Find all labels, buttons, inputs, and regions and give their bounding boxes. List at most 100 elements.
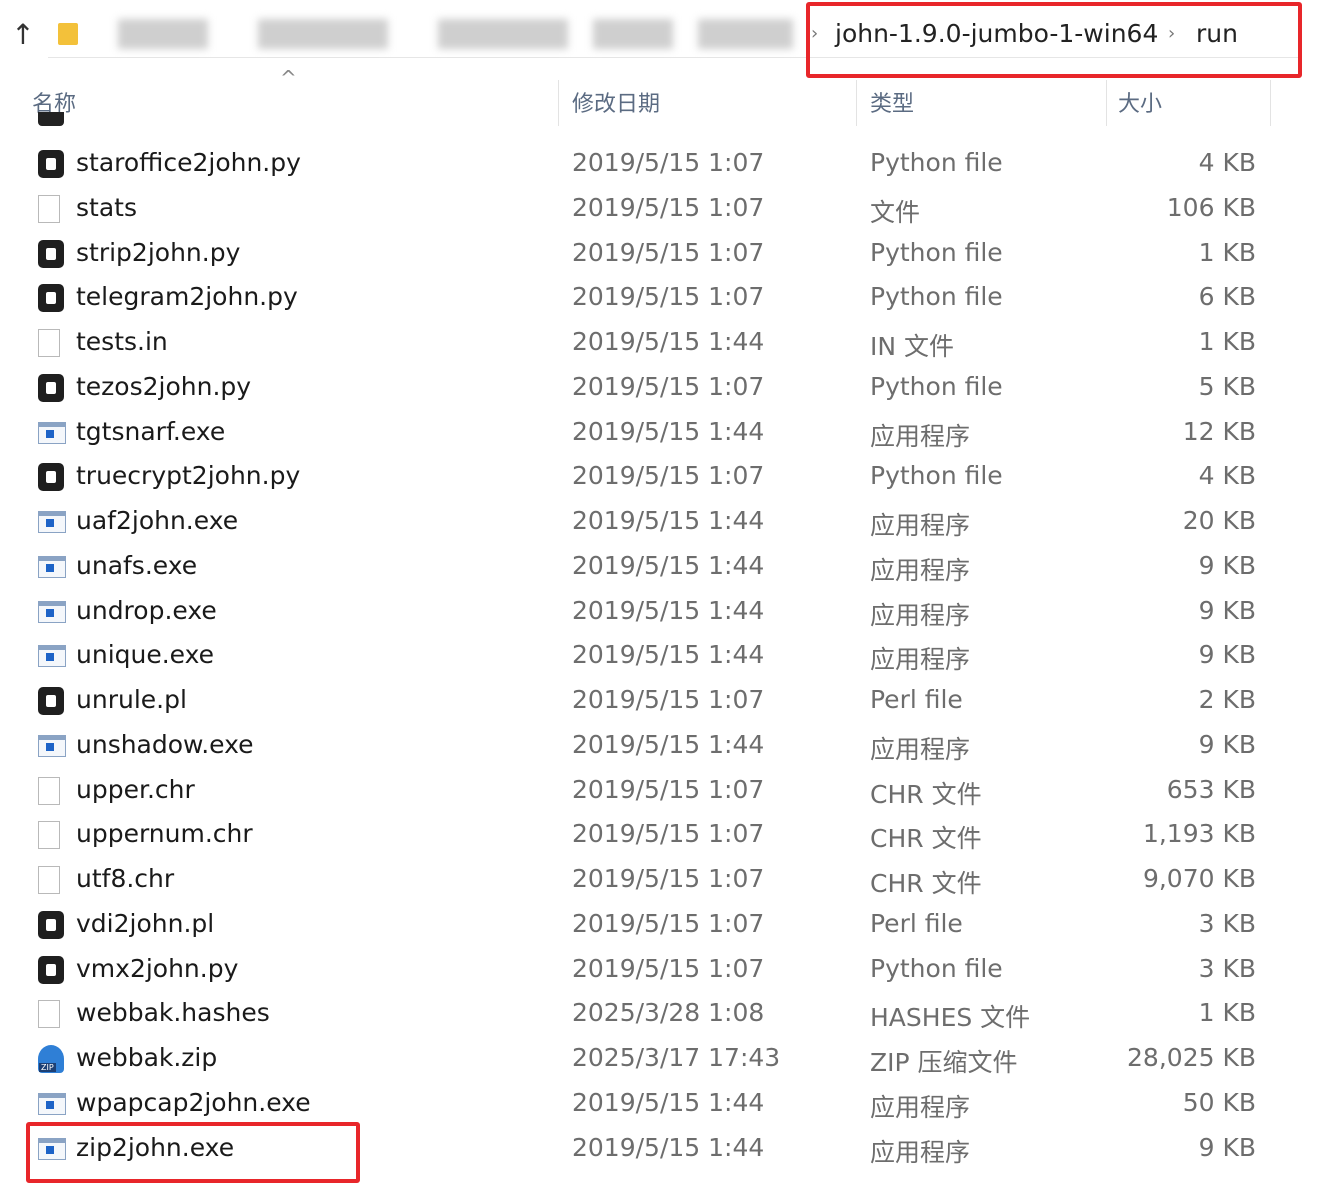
- table-row[interactable]: undrop.exe 2019/5/15 1:44 应用程序 9 KB: [0, 591, 1320, 636]
- exe-file-icon: [38, 421, 66, 444]
- file-date: 2019/5/15 1:07: [572, 819, 765, 849]
- table-row[interactable]: uppernum.chr 2019/5/15 1:07 CHR 文件 1,193 KB: [0, 814, 1320, 859]
- file-name[interactable]: unrule.pl: [76, 685, 187, 714]
- table-row[interactable]: vmx2john.py 2019/5/15 1:07 Python file 3 KB: [0, 949, 1320, 994]
- file-type: Perl file: [870, 908, 963, 938]
- file-type: 应用程序: [870, 511, 971, 540]
- file-name[interactable]: staroffice2john.py: [76, 148, 301, 177]
- generic-file-icon: [38, 776, 60, 805]
- file-name[interactable]: stats: [76, 193, 137, 222]
- file-name[interactable]: vdi2john.pl: [76, 909, 214, 938]
- table-row[interactable]: stats 2019/5/15 1:07 文件 106 KB: [0, 188, 1320, 233]
- file-type: Python file: [870, 237, 1003, 267]
- table-row[interactable]: unshadow.exe 2019/5/15 1:44 应用程序 9 KB: [0, 725, 1320, 770]
- highlight-box-zip2john: [26, 1122, 360, 1183]
- folder-icon: [58, 23, 78, 45]
- file-size: 4 KB: [1198, 461, 1256, 491]
- file-name[interactable]: tgtsnarf.exe: [76, 417, 225, 446]
- file-size: 9 KB: [1198, 729, 1256, 759]
- file-size: 9 KB: [1198, 640, 1256, 670]
- file-date: 2025/3/17 17:43: [572, 1043, 781, 1072]
- file-date: 2019/5/15 1:44: [572, 640, 765, 670]
- file-date: 2019/5/15 1:44: [572, 1087, 765, 1117]
- up-arrow-icon[interactable]: ↑: [8, 18, 38, 51]
- file-date: 2019/5/15 1:07: [572, 148, 765, 177]
- file-name[interactable]: unshadow.exe: [76, 730, 254, 759]
- file-size: 9,070 KB: [1142, 864, 1256, 893]
- file-name[interactable]: utf8.chr: [76, 864, 174, 893]
- file-name[interactable]: vmx2john.py: [76, 954, 238, 983]
- table-row[interactable]: upper.chr 2019/5/15 1:07 CHR 文件 653 KB: [0, 770, 1320, 815]
- file-size: 653 KB: [1166, 774, 1256, 804]
- file-date: 2019/5/15 1:07: [572, 282, 765, 312]
- exe-file-icon: [38, 600, 66, 623]
- table-row[interactable]: unique.exe 2019/5/15 1:44 应用程序 9 KB: [0, 635, 1320, 680]
- redacted-crumb: [593, 19, 673, 49]
- exe-file-icon: [38, 555, 66, 578]
- python-file-icon: [38, 239, 64, 268]
- table-row[interactable]: utf8.chr 2019/5/15 1:07 CHR 文件 9,070 KB: [0, 859, 1320, 904]
- file-name[interactable]: tests.in: [76, 327, 168, 356]
- file-type: Python file: [870, 461, 1003, 491]
- table-row[interactable]: tgtsnarf.exe 2019/5/15 1:44 应用程序 12 KB: [0, 412, 1320, 457]
- table-row[interactable]: staroffice2john.py 2019/5/15 1:07 Python f…: [0, 143, 1320, 188]
- table-row[interactable]: webbak.hashes 2025/3/28 1:08 HASHES 文件 1 KB: [0, 993, 1320, 1038]
- redacted-crumb: [118, 19, 208, 49]
- file-name[interactable]: wpapcap2john.exe: [76, 1088, 311, 1117]
- file-name[interactable]: strip2john.py: [76, 238, 240, 267]
- file-type: 文件: [870, 197, 921, 227]
- file-name[interactable]: undrop.exe: [76, 596, 217, 625]
- generic-file-icon: [38, 821, 60, 850]
- file-name[interactable]: tezos2john.py: [76, 372, 251, 401]
- file-date: 2019/5/15 1:07: [572, 953, 765, 983]
- file-type: 应用程序: [870, 645, 971, 675]
- file-size: 1 KB: [1198, 327, 1256, 356]
- file-date: 2019/5/15 1:44: [572, 506, 765, 535]
- file-name[interactable]: upper.chr: [76, 775, 195, 804]
- table-row[interactable]: uaf2john.exe 2019/5/15 1:44 应用程序 20 KB: [0, 501, 1320, 546]
- table-row[interactable]: webbak.zip 2025/3/17 17:43 ZIP 压缩文件 28,025 …: [0, 1038, 1320, 1083]
- file-type: CHR 文件: [870, 824, 982, 854]
- python-file-icon: [38, 112, 64, 126]
- file-date: 2019/5/15 1:07: [572, 192, 765, 222]
- file-name[interactable]: uaf2john.exe: [76, 506, 238, 535]
- table-row[interactable]: unrule.pl 2019/5/15 1:07 Perl file 2 KB: [0, 680, 1320, 725]
- file-date: 2025/3/28 1:08: [572, 998, 765, 1028]
- file-name[interactable]: telegram2john.py: [76, 282, 298, 311]
- table-row[interactable]: unafs.exe 2019/5/15 1:44 应用程序 9 KB: [0, 546, 1320, 591]
- table-row[interactable]: vdi2john.pl 2019/5/15 1:07 Perl file 3 KB: [0, 904, 1320, 949]
- table-row[interactable]: telegram2john.py 2019/5/15 1:07 Python fil…: [0, 277, 1320, 322]
- file-size: 1 KB: [1198, 237, 1256, 267]
- redacted-crumb: [698, 19, 793, 49]
- file-type: 应用程序: [870, 1137, 971, 1167]
- file-date: 2019/5/15 1:44: [572, 1132, 765, 1162]
- table-row[interactable]: strip2john.py 2019/5/15 1:07 Python file 1 …: [0, 233, 1320, 278]
- file-size: 3 KB: [1198, 953, 1256, 983]
- table-row[interactable]: tezos2john.py 2019/5/15 1:07 Python file 5 …: [0, 367, 1320, 412]
- file-name[interactable]: truecrypt2john.py: [76, 461, 300, 490]
- file-name[interactable]: uppernum.chr: [76, 819, 253, 848]
- table-row[interactable]: tests.in 2019/5/15 1:44 IN 文件 1 KB: [0, 322, 1320, 367]
- file-date: 2019/5/15 1:44: [572, 416, 765, 446]
- table-row[interactable]: wpapcap2john.exe 2019/5/15 1:44 应用程序 50 KB: [0, 1083, 1320, 1128]
- sort-up-icon: ^: [280, 66, 297, 90]
- address-bar: ↑ › john-1.9.0-jumbo-1-win64 › run: [0, 0, 1320, 78]
- file-name[interactable]: webbak.zip: [76, 1043, 217, 1072]
- python-file-icon: [38, 910, 64, 939]
- file-type: Perl file: [870, 685, 963, 714]
- file-name[interactable]: webbak.hashes: [76, 998, 270, 1027]
- file-name[interactable]: unafs.exe: [76, 551, 197, 580]
- file-name[interactable]: unique.exe: [76, 640, 214, 669]
- file-size: 9 KB: [1198, 1132, 1256, 1162]
- file-type: Python file: [870, 953, 1003, 983]
- file-type: IN 文件: [870, 332, 955, 361]
- file-size: 106 KB: [1166, 192, 1256, 222]
- redacted-crumb: [438, 19, 568, 49]
- python-file-icon: [38, 284, 64, 313]
- file-type: HASHES 文件: [870, 1003, 1031, 1033]
- table-row[interactable]: truecrypt2john.py 2019/5/15 1:07 Python fi…: [0, 456, 1320, 501]
- redacted-crumb: [258, 19, 388, 49]
- generic-file-icon: [38, 1000, 60, 1029]
- python-file-icon: [38, 687, 64, 715]
- file-size: 3 KB: [1198, 908, 1256, 938]
